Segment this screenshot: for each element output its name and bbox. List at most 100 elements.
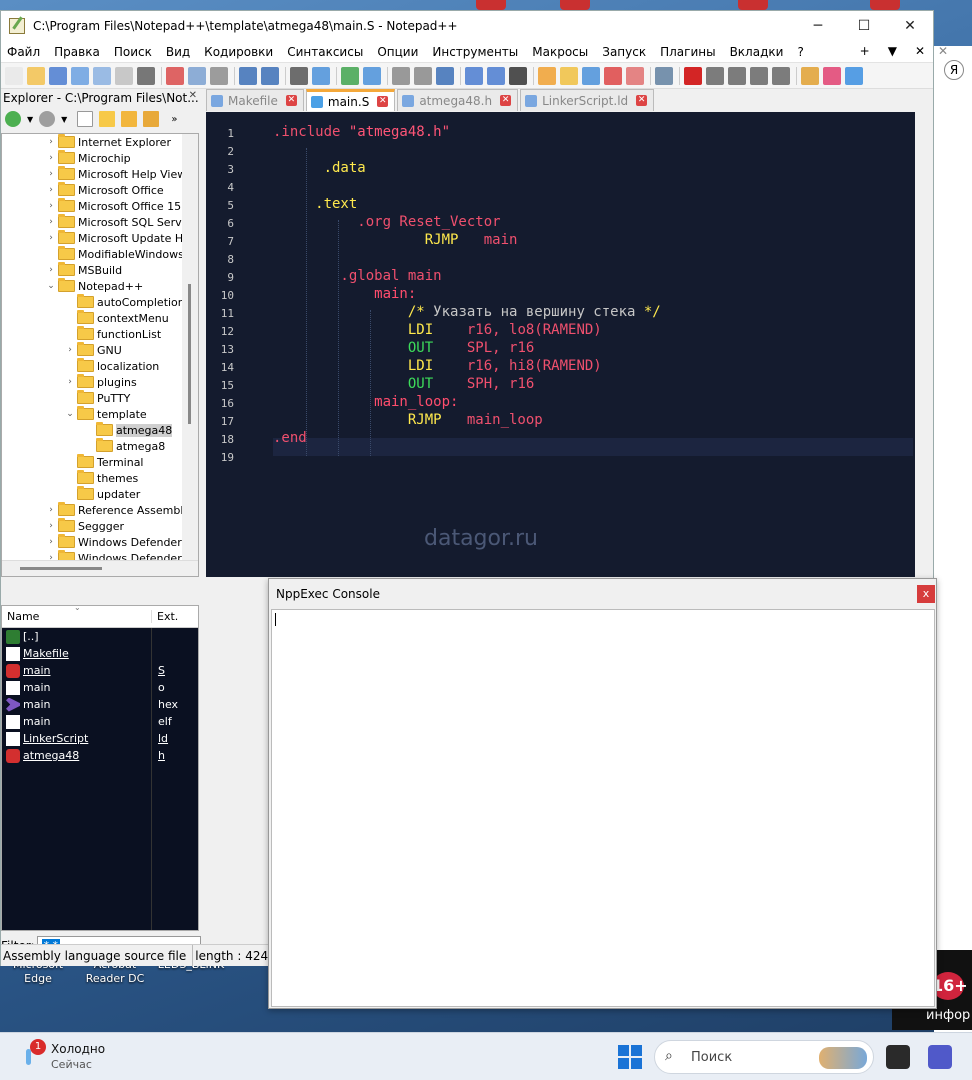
tab-close-icon[interactable]: ✕ [377,96,389,107]
menu-item[interactable]: Правка [54,45,100,59]
tree-node[interactable]: › Microsoft Help Viewe [2,166,198,182]
menu-item[interactable]: Синтаксисы [287,45,363,59]
column-ext-header[interactable]: Ext. [152,610,178,623]
tab-close-icon[interactable]: ✕ [636,95,648,106]
tree-node[interactable]: atmega8 [2,438,198,454]
chevron-right-icon[interactable]: › [46,521,56,531]
toolbar-button-icon[interactable] [509,66,527,85]
start-button[interactable] [618,1045,642,1069]
chevron-right-icon[interactable]: › [46,265,56,275]
toolbar-button-icon[interactable] [706,66,724,85]
tree-node[interactable]: › Microsoft Office 15 [2,198,198,214]
toolbar-button-icon[interactable] [845,66,863,85]
tree-node[interactable]: › Microsoft SQL Server [2,214,198,230]
console-title-bar[interactable]: NppExec Console x [269,579,936,609]
file-list[interactable]: ⌄ Name Ext. [..] Makefile main Smain o main he… [1,603,199,931]
toolbar-button-icon[interactable] [604,66,622,85]
chevron-right-double-icon[interactable]: » [171,114,177,125]
toolbar-button-icon[interactable] [71,66,89,85]
menu-item[interactable]: Вкладки [730,45,784,59]
tree-node[interactable]: › Microsoft Office [2,182,198,198]
toolbar-button-icon[interactable] [772,66,790,85]
tree-node[interactable]: functionList [2,326,198,342]
chevron-right-icon[interactable]: › [46,201,56,211]
tree-horizontal-scrollbar[interactable] [2,560,198,576]
background-browser[interactable]: ✕ Я [934,44,972,1036]
toolbar-button-icon[interactable] [239,66,257,85]
tree-node[interactable]: ⌄ Notepad++ [2,278,198,294]
file-row[interactable]: atmega48 h [2,747,198,764]
chevron-down-icon[interactable]: ⌄ [65,409,75,419]
chevron-right-icon[interactable]: › [46,185,56,195]
tab-linkerscript-ld[interactable]: LinkerScript.ld ✕ [520,89,655,111]
tree-node[interactable]: ModifiableWindowsA [2,246,198,262]
tab-makefile[interactable]: Makefile ✕ [206,89,304,111]
toolbar-button-icon[interactable] [27,66,45,85]
chevron-right-icon[interactable]: › [46,537,56,547]
weather-title[interactable]: Холодно [51,1042,105,1056]
menu-item[interactable]: Опции [377,45,418,59]
tree-node[interactable]: atmega48 [2,422,198,438]
close-button[interactable]: ✕ [887,11,933,41]
menu-item[interactable]: Плагины [660,45,715,59]
tree-node[interactable]: ⌄ template [2,406,198,422]
toolbar-button-icon[interactable] [626,66,644,85]
chevron-right-icon[interactable]: › [46,153,56,163]
tree-node[interactable]: PuTTY [2,390,198,406]
chevron-right-icon[interactable]: › [46,233,56,243]
toolbar-button-icon[interactable] [465,66,483,85]
toolbar-button-icon[interactable] [538,66,556,85]
toolbar-button-icon[interactable] [261,66,279,85]
tree-node[interactable]: autoCompletion [2,294,198,310]
file-row[interactable]: main S [2,662,198,679]
toolbar-button-icon[interactable] [312,66,330,85]
code-editor[interactable]: 1 2 3 4 5 6 7 8 9 10 11 12 13 14 15 16 17 18 19 .include "… [206,112,933,577]
tree-node[interactable]: › Microchip [2,150,198,166]
teams-icon[interactable] [928,1045,952,1069]
file-row[interactable]: main hex [2,696,198,713]
toolbar-button-icon[interactable] [684,66,702,85]
menu-item[interactable]: Макросы [532,45,588,59]
forward-icon[interactable] [39,111,56,127]
file-row[interactable]: Makefile [2,645,198,662]
title-bar[interactable]: C:\Program Files\Notepad++\template\atme… [1,11,933,41]
toolbar-button-icon[interactable] [392,66,410,85]
toolbar-button-icon[interactable] [728,66,746,85]
chevron-right-icon[interactable]: › [46,505,56,515]
tree-node[interactable]: › GNU [2,342,198,358]
yandex-icon[interactable]: Я [944,60,964,80]
tree-node[interactable]: localization [2,358,198,374]
menu-right-control[interactable]: ▼ [888,44,897,58]
maximize-button[interactable]: ☐ [841,11,887,41]
explorer-close-icon[interactable]: ✕ [189,90,197,101]
chevron-right-icon[interactable]: › [46,217,56,227]
new-file-icon[interactable] [77,111,94,127]
chevron-down-icon[interactable]: ▼ [27,115,33,124]
tab-close-icon[interactable]: ✕ [500,95,512,106]
console-output[interactable] [271,609,935,1007]
chevron-right-icon[interactable]: › [65,345,75,355]
toolbar-button-icon[interactable] [750,66,768,85]
toolbar-button-icon[interactable] [166,66,184,85]
menu-item[interactable]: ? [797,45,803,59]
file-row[interactable]: [..] [2,628,198,645]
tab-close-icon[interactable]: ✕ [285,95,297,106]
new-folder-icon[interactable] [99,111,116,127]
toolbar-button-icon[interactable] [436,66,454,85]
tree-vertical-scrollbar[interactable] [182,134,198,562]
close-icon[interactable]: ✕ [938,44,948,58]
tree-node[interactable]: Terminal [2,454,198,470]
code-area[interactable]: .include "atmega48.h" .data .text .org R… [273,112,913,577]
menu-item[interactable]: Кодировки [204,45,273,59]
menu-item[interactable]: Поиск [114,45,152,59]
chevron-down-icon[interactable]: ⌄ [46,281,56,291]
chevron-right-icon[interactable]: › [65,377,75,387]
menu-right-control[interactable]: ✕ [915,44,925,58]
toolbar-button-icon[interactable] [210,66,228,85]
toolbar-button-icon[interactable] [341,66,359,85]
console-close-button[interactable]: x [917,585,935,603]
menu-item[interactable]: Вид [166,45,190,59]
file-row[interactable]: main o [2,679,198,696]
tree-node[interactable]: › Reference Assemblie [2,502,198,518]
toolbar-button-icon[interactable] [115,66,133,85]
